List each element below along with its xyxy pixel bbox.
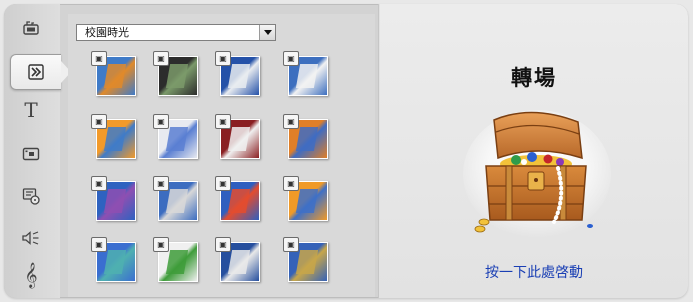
- premium-box-icon: ▣: [283, 237, 299, 252]
- tab-transitions[interactable]: [10, 54, 71, 90]
- transition-thumbnail[interactable]: ▣: [153, 51, 198, 96]
- transition-thumbnail[interactable]: ▣: [91, 237, 136, 282]
- album-dropdown-value: 校園時光: [85, 26, 129, 39]
- preview-panel: 轉場 按一下此處啓動: [380, 4, 688, 298]
- premium-box-icon: ▣: [283, 176, 299, 191]
- thumbnail-art: [227, 189, 251, 213]
- chevron-down-icon[interactable]: [259, 25, 275, 40]
- disc-menu-icon: [21, 186, 41, 206]
- transition-thumbnail[interactable]: ▣: [283, 114, 328, 159]
- album-dropdown[interactable]: 校園時光: [76, 24, 276, 41]
- panel-title: 轉場: [511, 66, 557, 90]
- transition-thumbnail[interactable]: ▣: [153, 176, 198, 221]
- title-icon: T: [24, 98, 38, 122]
- premium-box-icon: ▣: [91, 51, 107, 66]
- thumbnail-art: [227, 127, 251, 151]
- thumbnail-art: [227, 64, 251, 88]
- transition-thumbnail[interactable]: ▣: [283, 237, 328, 282]
- premium-box-icon: ▣: [215, 114, 231, 129]
- transition-icon: [26, 62, 46, 82]
- premium-box-icon: ▣: [215, 237, 231, 252]
- app-panel: T 𝄞 校園時光 ▣ ▣ ▣ ▣ ▣ ▣ ▣ ▣ ▣ ▣ ▣ ▣ ▣ ▣ ▣ ▣…: [4, 4, 688, 298]
- speaker-icon: [20, 228, 42, 248]
- sidebar: T 𝄞: [4, 4, 71, 298]
- tab-disc-menus[interactable]: [13, 182, 49, 210]
- thumbnail-art: [103, 64, 127, 88]
- thumbnail-art: [103, 127, 127, 151]
- thumbnail-art: [165, 189, 189, 213]
- premium-box-icon: ▣: [153, 237, 169, 252]
- transition-thumbnail[interactable]: ▣: [283, 176, 328, 221]
- premium-box-icon: ▣: [215, 176, 231, 191]
- premium-box-icon: ▣: [283, 114, 299, 129]
- thumbnail-art: [295, 250, 319, 274]
- thumbnail-art: [295, 189, 319, 213]
- premium-box-icon: ▣: [153, 51, 169, 66]
- thumbnail-art: [165, 64, 189, 88]
- tab-video[interactable]: [13, 14, 49, 42]
- film-camera-icon: [21, 19, 41, 37]
- premium-box-icon: ▣: [153, 176, 169, 191]
- tab-sound-effects[interactable]: [13, 224, 49, 252]
- music-clef-icon: 𝄞: [24, 263, 38, 288]
- transition-thumbnail[interactable]: ▣: [91, 176, 136, 221]
- thumbnail-art: [165, 127, 189, 151]
- premium-box-icon: ▣: [91, 176, 107, 191]
- tab-music[interactable]: 𝄞: [13, 262, 49, 290]
- treasure-chest-icon: [463, 110, 611, 238]
- transition-thumbnail[interactable]: ▣: [215, 114, 260, 159]
- activate-link[interactable]: 按一下此處啓動: [380, 262, 688, 282]
- transition-thumbnail[interactable]: ▣: [91, 114, 136, 159]
- transition-thumbnail[interactable]: ▣: [153, 237, 198, 282]
- premium-box-icon: ▣: [153, 114, 169, 129]
- thumbnail-art: [295, 127, 319, 151]
- thumbnail-art: [295, 64, 319, 88]
- transition-library: 校園時光 ▣ ▣ ▣ ▣ ▣ ▣ ▣ ▣ ▣ ▣ ▣ ▣ ▣ ▣ ▣ ▣: [68, 14, 375, 297]
- thumbnail-art: [103, 250, 127, 274]
- tab-photos[interactable]: [13, 140, 49, 168]
- transition-thumbnail[interactable]: ▣: [215, 51, 260, 96]
- transition-thumbnail[interactable]: ▣: [215, 237, 260, 282]
- thumbnail-art: [227, 250, 251, 274]
- transition-thumbnail[interactable]: ▣: [153, 114, 198, 159]
- photo-icon: [21, 145, 41, 163]
- premium-box-icon: ▣: [215, 51, 231, 66]
- premium-box-icon: ▣: [283, 51, 299, 66]
- transition-thumbnail[interactable]: ▣: [283, 51, 328, 96]
- premium-box-icon: ▣: [91, 237, 107, 252]
- transition-thumbnail[interactable]: ▣: [91, 51, 136, 96]
- tab-titles[interactable]: T: [13, 96, 49, 124]
- thumbnail-art: [103, 189, 127, 213]
- premium-box-icon: ▣: [91, 114, 107, 129]
- thumbnail-art: [165, 250, 189, 274]
- transition-thumbnail[interactable]: ▣: [215, 176, 260, 221]
